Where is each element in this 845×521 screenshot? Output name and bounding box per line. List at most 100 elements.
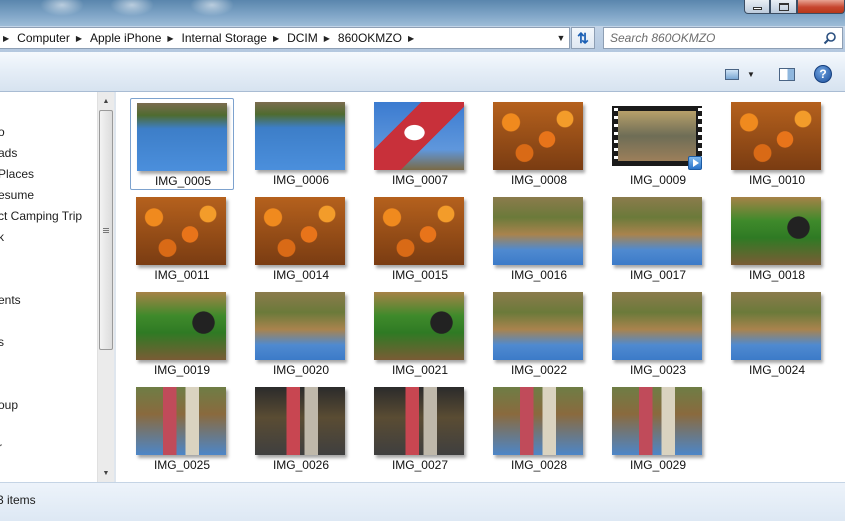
minimize-button[interactable] (744, 0, 770, 14)
file-item[interactable]: IMG_0007 (368, 98, 472, 190)
file-item[interactable]: IMG_0008 (487, 98, 591, 190)
nav-item-label: ads (0, 146, 18, 160)
photo-thumbnail (374, 197, 464, 265)
breadcrumb: Computer ▶ Apple iPhone ▶ Internal Storage ▶ D… (13, 28, 418, 48)
scroll-down-arrow-icon[interactable]: ▼ (98, 465, 114, 481)
search-icon[interactable] (823, 31, 837, 45)
views-icon (725, 68, 739, 80)
photo-thumbnail (374, 292, 464, 360)
nav-item[interactable]: ct Camping Trip (0, 207, 84, 225)
photo-thumbnail (612, 292, 702, 360)
nav-item[interactable]: s (0, 333, 6, 351)
nav-item[interactable]: esume (0, 186, 36, 204)
nav-item[interactable]: r (0, 438, 4, 456)
file-name: IMG_0011 (154, 268, 210, 282)
breadcrumb-chevron-icon[interactable]: ▶ (73, 34, 86, 43)
breadcrumb-chevron-icon[interactable]: ▶ (164, 34, 177, 43)
breadcrumb-chevron-icon[interactable]: ▶ (405, 34, 418, 43)
nav-item-label: Places (0, 167, 35, 181)
nav-item[interactable]: ads (0, 144, 19, 162)
file-item[interactable]: IMG_0019 (130, 288, 234, 380)
navigation-scrollbar[interactable]: ▲ ▼ (97, 92, 114, 482)
film-perforation-decoration (614, 108, 618, 164)
file-name: IMG_0020 (272, 363, 330, 377)
file-name: IMG_0029 (629, 458, 687, 472)
minimize-icon (752, 7, 762, 10)
file-name: IMG_0026 (272, 458, 330, 472)
help-button[interactable]: ? (814, 65, 832, 83)
file-item[interactable]: IMG_0010 (725, 98, 829, 190)
file-item[interactable]: IMG_0027 (368, 383, 472, 475)
nav-item-label: o (0, 125, 5, 139)
help-icon: ? (819, 67, 827, 81)
file-item[interactable]: IMG_0017 (606, 193, 710, 285)
photo-thumbnail (612, 197, 702, 265)
photo-thumbnail (255, 292, 345, 360)
file-name: IMG_0022 (510, 363, 568, 377)
file-item[interactable]: IMG_0009 (606, 98, 710, 190)
nav-item[interactable]: oup (0, 396, 20, 414)
file-name: IMG_0009 (629, 173, 687, 187)
grip-icon (103, 227, 109, 233)
preview-pane-button[interactable] (777, 65, 797, 83)
file-item[interactable]: IMG_0024 (725, 288, 829, 380)
file-item[interactable]: IMG_0023 (606, 288, 710, 380)
nav-item[interactable]: ents (0, 291, 23, 309)
breadcrumb-item[interactable]: Apple iPhone (86, 28, 164, 48)
file-name: IMG_0017 (629, 268, 687, 282)
search-input[interactable] (610, 31, 820, 45)
nav-item[interactable]: k (0, 228, 6, 246)
nav-item-label: ents (0, 293, 21, 307)
file-name: IMG_0010 (748, 173, 806, 187)
file-name: IMG_0028 (510, 458, 568, 472)
file-name: IMG_0008 (510, 173, 568, 187)
breadcrumb-item[interactable]: Internal Storage (178, 28, 270, 48)
breadcrumb-chevron-icon[interactable]: ▶ (270, 34, 283, 43)
photo-thumbnail (731, 292, 821, 360)
file-name: IMG_0014 (272, 268, 330, 282)
address-history-dropdown[interactable]: ▼ (553, 28, 569, 48)
file-name: IMG_0005 (154, 174, 212, 188)
nav-item[interactable]: o (0, 123, 7, 141)
breadcrumb-item[interactable]: 860OKMZO (334, 28, 405, 48)
maximize-button[interactable] (770, 0, 797, 14)
file-name: IMG_0025 (153, 458, 211, 472)
chevron-down-icon[interactable]: ▼ (747, 70, 755, 79)
nav-item-label: s (0, 335, 4, 349)
photo-thumbnail (136, 387, 226, 455)
scroll-up-arrow-icon[interactable]: ▲ (98, 93, 114, 109)
file-item[interactable]: IMG_0028 (487, 383, 591, 475)
breadcrumb-item[interactable]: Computer (13, 28, 73, 48)
file-item[interactable]: IMG_0011 (130, 193, 234, 285)
file-item[interactable]: IMG_0025 (130, 383, 234, 475)
photo-thumbnail (612, 387, 702, 455)
preview-pane-icon (779, 67, 795, 81)
breadcrumb-item[interactable]: DCIM (283, 28, 321, 48)
breadcrumb-chevron-icon[interactable]: ▶ (321, 34, 334, 43)
file-item[interactable]: IMG_0014 (249, 193, 353, 285)
search-box[interactable] (603, 27, 843, 49)
scrollbar-thumb[interactable] (99, 110, 113, 350)
file-item[interactable]: IMG_0029 (606, 383, 710, 475)
refresh-button[interactable]: ⇅ (571, 27, 595, 49)
file-item[interactable]: IMG_0020 (249, 288, 353, 380)
file-name: IMG_0021 (391, 363, 449, 377)
file-item[interactable]: IMG_0022 (487, 288, 591, 380)
change-view-button[interactable]: ▼ (723, 65, 761, 83)
close-button[interactable] (797, 0, 845, 14)
file-list: IMG_0005 IMG_0006 IMG_0007 IMG_0008 IMG_0009… (116, 92, 845, 482)
file-item[interactable]: IMG_0005 (130, 98, 234, 190)
nav-item[interactable]: Places (0, 165, 36, 183)
file-item[interactable]: IMG_0006 (249, 98, 353, 190)
nav-item-label: k (0, 230, 4, 244)
file-item[interactable]: IMG_0021 (368, 288, 472, 380)
aero-glass-decoration (40, 0, 84, 16)
file-item[interactable]: IMG_0026 (249, 383, 353, 475)
command-bar: ▼ ? (0, 52, 845, 92)
breadcrumb-root-chevron-icon[interactable]: ▶ (0, 34, 13, 43)
file-item[interactable]: IMG_0015 (368, 193, 472, 285)
file-name: IMG_0016 (510, 268, 568, 282)
file-item[interactable]: IMG_0016 (487, 193, 591, 285)
file-item[interactable]: IMG_0018 (725, 193, 829, 285)
address-bar[interactable]: ▶ Computer ▶ Apple iPhone ▶ Internal Storage… (0, 27, 570, 49)
